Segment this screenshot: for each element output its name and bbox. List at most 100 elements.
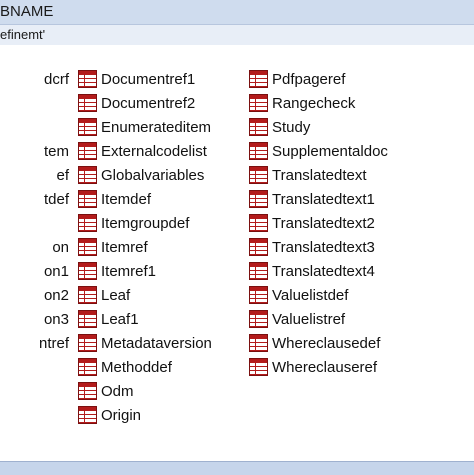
table-icon [78, 142, 97, 160]
table-icon [78, 190, 97, 208]
list-item[interactable]: Translatedtext2 [249, 211, 474, 235]
filter-bar[interactable]: efinemt' [0, 24, 474, 45]
table-icon [78, 238, 97, 256]
table-icon [249, 262, 268, 280]
list-item[interactable] [0, 115, 70, 139]
list-item-label: on1 [43, 262, 69, 280]
table-icon [249, 166, 268, 184]
list-item[interactable]: Leaf1 [78, 307, 243, 331]
list-item-label: Documentref2 [101, 94, 196, 112]
list-item-label: tem [43, 142, 69, 160]
list-item-label: Whereclausedef [272, 334, 381, 352]
list-item[interactable]: Itemref [78, 235, 243, 259]
list-item-label: Leaf1 [101, 310, 139, 328]
list-item[interactable]: Valuelistdef [249, 283, 474, 307]
filter-text: efinemt' [0, 27, 46, 42]
list-item-label: Globalvariables [101, 166, 205, 184]
list-item-label: Origin [101, 406, 142, 424]
list-item-label: tdef [43, 190, 69, 208]
list-item[interactable]: Itemdef [78, 187, 243, 211]
table-icon [78, 310, 97, 328]
list-item-label: Itemdef [101, 190, 152, 208]
table-icon [78, 214, 97, 232]
list-item[interactable]: Methoddef [78, 355, 243, 379]
list-item-label: Translatedtext3 [272, 238, 375, 256]
table-icon [78, 166, 97, 184]
table-icon [249, 142, 268, 160]
column-header-title: BNAME [0, 3, 54, 20]
list-item[interactable]: Pdfpageref [249, 67, 474, 91]
table-icon [78, 358, 97, 376]
list-item[interactable]: Supplementaldoc [249, 139, 474, 163]
list-item-label: Leaf [101, 286, 131, 304]
list-item[interactable]: Whereclausedef [249, 331, 474, 355]
list-item[interactable]: on [0, 235, 70, 259]
list-item[interactable] [0, 91, 70, 115]
list-item[interactable]: Rangecheck [249, 91, 474, 115]
list-item-label: on2 [43, 286, 69, 304]
list-item[interactable]: on1 [0, 259, 70, 283]
table-icon [249, 286, 268, 304]
list-item[interactable]: Globalvariables [78, 163, 243, 187]
table-icon [249, 214, 268, 232]
list-item-label: on3 [43, 310, 69, 328]
list-item-label: on [52, 238, 69, 256]
list-item-label: Translatedtext4 [272, 262, 375, 280]
list-item-label: Translatedtext2 [272, 214, 375, 232]
list-item-label: Whereclauseref [272, 358, 378, 376]
list-item[interactable]: Enumerateditem [78, 115, 243, 139]
list-item[interactable]: ef [0, 163, 70, 187]
list-item-label: Translatedtext [272, 166, 367, 184]
table-icon [249, 358, 268, 376]
table-icon [249, 190, 268, 208]
list-item[interactable]: tdef [0, 187, 70, 211]
list-item-label: Enumerateditem [101, 118, 212, 136]
table-icon [249, 118, 268, 136]
list-column-right: Pdfpageref Rangecheck Study Supplemental… [249, 67, 474, 379]
list-item[interactable]: Translatedtext [249, 163, 474, 187]
table-icon [78, 118, 97, 136]
list-column-middle: Documentref1 Documentref2 Enumerateditem… [78, 67, 243, 427]
table-icon [78, 262, 97, 280]
list-item[interactable]: Itemgroupdef [78, 211, 243, 235]
list-item[interactable]: Leaf [78, 283, 243, 307]
list-item-label: ef [56, 166, 69, 184]
column-header[interactable]: BNAME efinemt' [0, 0, 474, 45]
list-item[interactable] [0, 211, 70, 235]
list-item-label: Supplementaldoc [272, 142, 388, 160]
list-item[interactable]: on3 [0, 307, 70, 331]
list-item[interactable]: Documentref2 [78, 91, 243, 115]
list-item-label: Valuelistref [272, 310, 346, 328]
table-icon [78, 70, 97, 88]
table-icon [249, 334, 268, 352]
list-item[interactable]: Translatedtext3 [249, 235, 474, 259]
list-item-label: Pdfpageref [272, 70, 346, 88]
list-item[interactable]: Documentref1 [78, 67, 243, 91]
list-item[interactable]: Translatedtext1 [249, 187, 474, 211]
list-item[interactable]: Externalcodelist [78, 139, 243, 163]
list-item[interactable]: Origin [78, 403, 243, 427]
list-item[interactable]: Whereclauseref [249, 355, 474, 379]
list-item-label: Study [272, 118, 311, 136]
list-item[interactable]: Valuelistref [249, 307, 474, 331]
table-list[interactable]: dcrf tem ef tdef on on1 on2 on3 ntref Do… [0, 45, 474, 461]
table-icon [78, 382, 97, 400]
list-item[interactable]: Study [249, 115, 474, 139]
list-item[interactable]: Odm [78, 379, 243, 403]
list-item-label: Methoddef [101, 358, 172, 376]
list-item[interactable]: on2 [0, 283, 70, 307]
list-item[interactable]: tem [0, 139, 70, 163]
list-item[interactable]: Itemref1 [78, 259, 243, 283]
list-item[interactable]: ntref [0, 331, 70, 355]
list-item-label: Itemgroupdef [101, 214, 190, 232]
bottom-status-bar [0, 461, 474, 475]
table-icon [249, 310, 268, 328]
list-item[interactable]: Metadataversion [78, 331, 243, 355]
table-icon [78, 406, 97, 424]
list-item-label: Metadataversion [101, 334, 212, 352]
list-item-label: Valuelistdef [272, 286, 349, 304]
list-item[interactable]: dcrf [0, 67, 70, 91]
list-item-label: Externalcodelist [101, 142, 207, 160]
table-icon [78, 286, 97, 304]
list-item[interactable]: Translatedtext4 [249, 259, 474, 283]
